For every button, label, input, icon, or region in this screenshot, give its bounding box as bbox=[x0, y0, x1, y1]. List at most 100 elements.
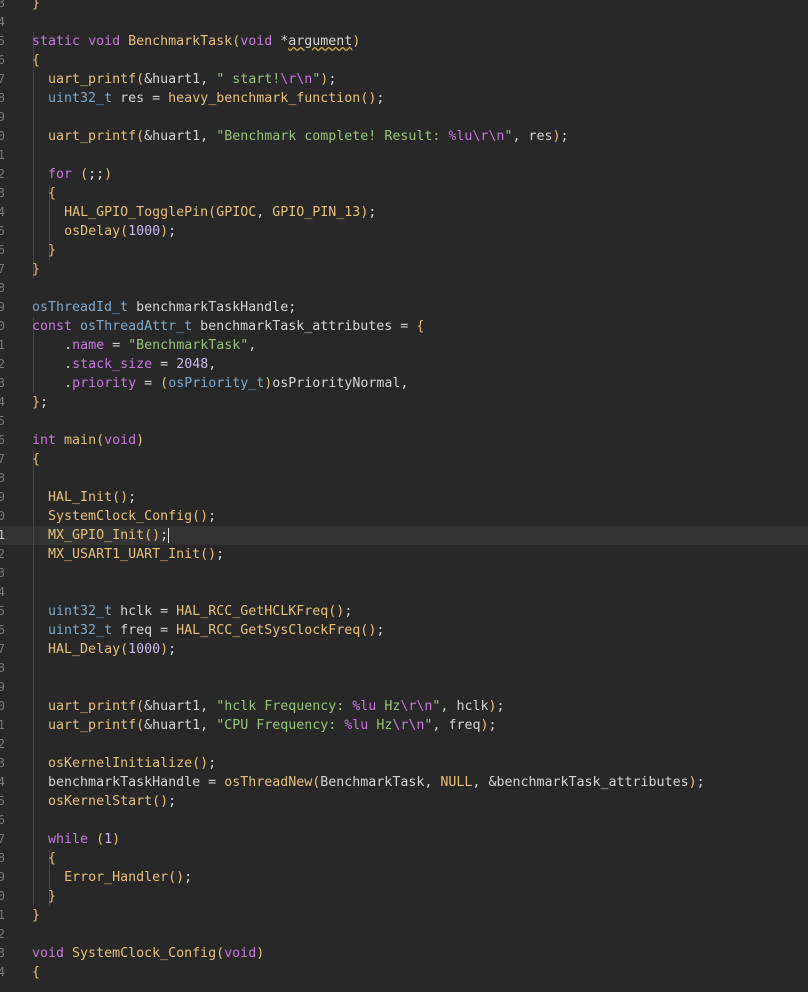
code-text[interactable]: osThreadId_t benchmarkTaskHandle; bbox=[32, 298, 296, 317]
code-line[interactable]: 3 .priority = (osPriority_t)osPriorityNo… bbox=[0, 374, 808, 393]
code-text[interactable]: } bbox=[32, 241, 56, 260]
code-line[interactable]: 1 bbox=[0, 146, 808, 165]
code-text[interactable]: Error_Handler(); bbox=[32, 868, 192, 887]
code-line[interactable]: 6 bbox=[0, 811, 808, 830]
code-text[interactable]: .stack_size = 2048, bbox=[32, 355, 216, 374]
code-text[interactable]: HAL_Init(); bbox=[32, 488, 136, 507]
code-line[interactable]: 6 } bbox=[0, 241, 808, 260]
code-text[interactable]: benchmarkTaskHandle = osThreadNew(Benchm… bbox=[32, 773, 705, 792]
code-line[interactable]: 1 uart_printf(&huart1, "CPU Frequency: %… bbox=[0, 716, 808, 735]
code-line[interactable]: 1 .name = "BenchmarkTask", bbox=[0, 336, 808, 355]
code-text[interactable]: } bbox=[32, 0, 40, 13]
code-line[interactable]: 3 bbox=[0, 564, 808, 583]
code-text[interactable]: } bbox=[32, 260, 40, 279]
code-line[interactable]: 2 bbox=[0, 735, 808, 754]
code-line[interactable]: 5 osDelay(1000); bbox=[0, 222, 808, 241]
code-line[interactable]: 1} bbox=[0, 906, 808, 925]
code-line[interactable]: 5 uint32_t hclk = HAL_RCC_GetHCLKFreq(); bbox=[0, 602, 808, 621]
code-line[interactable]: 9 HAL_Init(); bbox=[0, 488, 808, 507]
line-number: 4 bbox=[0, 775, 5, 789]
code-line[interactable]: 7 HAL_Delay(1000); bbox=[0, 640, 808, 659]
code-line[interactable]: 0 const osThreadAttr_t benchmarkTask_attr… bbox=[0, 317, 808, 336]
code-line[interactable]: 2 MX_USART1_UART_Init(); bbox=[0, 545, 808, 564]
code-text[interactable]: uart_printf(&huart1, "Benchmark complete… bbox=[32, 127, 569, 146]
code-text[interactable]: uint32_t hclk = HAL_RCC_GetHCLKFreq(); bbox=[32, 602, 352, 621]
code-line[interactable]: 8 uint32_t res = heavy_benchmark_functio… bbox=[0, 89, 808, 108]
code-line[interactable]: 5 static void BenchmarkTask(void *argumen… bbox=[0, 32, 808, 51]
code-text[interactable]: osKernelStart(); bbox=[32, 792, 176, 811]
code-text[interactable]: } bbox=[32, 906, 40, 925]
code-line[interactable]: 7 uart_printf(&huart1, " start!\r\n"); bbox=[0, 70, 808, 89]
code-text[interactable]: HAL_GPIO_TogglePin(GPIOC, GPIO_PIN_13); bbox=[32, 203, 376, 222]
code-text[interactable]: osKernelInitialize(); bbox=[32, 754, 216, 773]
code-text[interactable]: HAL_Delay(1000); bbox=[32, 640, 176, 659]
code-line[interactable]: 5 osKernelStart(); bbox=[0, 792, 808, 811]
code-line[interactable]: 3} bbox=[0, 0, 808, 13]
code-text[interactable]: static void BenchmarkTask(void *argument… bbox=[32, 32, 360, 51]
code-line[interactable]: 8 bbox=[0, 279, 808, 298]
code-line[interactable]: 4 HAL_GPIO_TogglePin(GPIOC, GPIO_PIN_13)… bbox=[0, 203, 808, 222]
code-text[interactable]: MX_GPIO_Init(); bbox=[32, 526, 170, 545]
code-text[interactable]: uint32_t res = heavy_benchmark_function(… bbox=[32, 89, 384, 108]
code-line[interactable]: 4 benchmarkTaskHandle = osThreadNew(Benc… bbox=[0, 773, 808, 792]
code-line[interactable]: 6 int main(void) bbox=[0, 431, 808, 450]
line-number: 8 bbox=[0, 91, 5, 105]
code-line[interactable]: 9 Error_Handler(); bbox=[0, 868, 808, 887]
code-line[interactable]: 7} bbox=[0, 260, 808, 279]
code-line[interactable]: 6{ bbox=[0, 51, 808, 70]
code-text[interactable]: .priority = (osPriority_t)osPriorityNorm… bbox=[32, 374, 408, 393]
line-number: 0 bbox=[0, 889, 5, 903]
code-line[interactable]: 0 } bbox=[0, 887, 808, 906]
code-line[interactable]: 5 bbox=[0, 412, 808, 431]
code-editor[interactable]: 3} 4 5 static void BenchmarkTask(void *argu… bbox=[0, 0, 808, 992]
code-line[interactable]: 9 bbox=[0, 678, 808, 697]
code-text[interactable]: { bbox=[32, 963, 40, 982]
code-text[interactable]: uart_printf(&huart1, " start!\r\n"); bbox=[32, 70, 336, 89]
code-line[interactable]: 0 uart_printf(&huart1, "hclk Frequency: … bbox=[0, 697, 808, 716]
text-cursor bbox=[168, 527, 170, 543]
code-text[interactable]: SystemClock_Config(); bbox=[32, 507, 216, 526]
code-line[interactable]: 4 bbox=[0, 13, 808, 32]
code-line[interactable]: 4}; bbox=[0, 393, 808, 412]
code-line[interactable]: 4{ bbox=[0, 963, 808, 982]
code-line[interactable]: 3 { bbox=[0, 184, 808, 203]
code-text[interactable]: MX_USART1_UART_Init(); bbox=[32, 545, 224, 564]
code-text[interactable]: int main(void) bbox=[32, 431, 144, 450]
code-line[interactable]: 1 MX_GPIO_Init(); bbox=[0, 526, 808, 545]
code-text[interactable]: uint32_t freq = HAL_RCC_GetSysClockFreq(… bbox=[32, 621, 384, 640]
code-text[interactable]: { bbox=[32, 849, 56, 868]
code-line[interactable]: 0 uart_printf(&huart1, "Benchmark comple… bbox=[0, 127, 808, 146]
code-line[interactable]: 2 for (;;) bbox=[0, 165, 808, 184]
code-text[interactable]: osDelay(1000); bbox=[32, 222, 176, 241]
code-line[interactable]: 2 bbox=[0, 925, 808, 944]
code-text[interactable]: { bbox=[32, 51, 40, 70]
code-line[interactable]: 2 .stack_size = 2048, bbox=[0, 355, 808, 374]
code-text[interactable]: const osThreadAttr_t benchmarkTask_attri… bbox=[32, 317, 424, 336]
line-number: 6 bbox=[0, 623, 5, 637]
code-text[interactable]: }; bbox=[32, 393, 48, 412]
code-line[interactable]: 3 osKernelInitialize(); bbox=[0, 754, 808, 773]
code-line[interactable]: 9 osThreadId_t benchmarkTaskHandle; bbox=[0, 298, 808, 317]
code-text[interactable]: uart_printf(&huart1, "CPU Frequency: %lu… bbox=[32, 716, 496, 735]
code-text[interactable]: uart_printf(&huart1, "hclk Frequency: %l… bbox=[32, 697, 504, 716]
code-text[interactable]: for (;;) bbox=[32, 165, 112, 184]
code-line[interactable]: 3 void SystemClock_Config(void) bbox=[0, 944, 808, 963]
code-text[interactable]: while (1) bbox=[32, 830, 120, 849]
code-line[interactable]: 9 bbox=[0, 108, 808, 127]
line-number: 7 bbox=[0, 452, 5, 466]
code-line[interactable]: 6 uint32_t freq = HAL_RCC_GetSysClockFre… bbox=[0, 621, 808, 640]
code-line[interactable]: 7 while (1) bbox=[0, 830, 808, 849]
code-line[interactable]: 0 SystemClock_Config(); bbox=[0, 507, 808, 526]
code-line[interactable]: 8 { bbox=[0, 849, 808, 868]
code-text[interactable]: { bbox=[32, 450, 40, 469]
code-text[interactable]: void SystemClock_Config(void) bbox=[32, 944, 264, 963]
code-text[interactable]: .name = "BenchmarkTask", bbox=[32, 336, 256, 355]
code-line[interactable]: 7{ bbox=[0, 450, 808, 469]
line-number: 5 bbox=[0, 794, 5, 808]
code-line[interactable]: 4 bbox=[0, 583, 808, 602]
line-number: 0 bbox=[0, 699, 5, 713]
code-text[interactable]: { bbox=[32, 184, 56, 203]
code-line[interactable]: 8 bbox=[0, 659, 808, 678]
code-line[interactable]: 8 bbox=[0, 469, 808, 488]
code-text[interactable]: } bbox=[32, 887, 56, 906]
